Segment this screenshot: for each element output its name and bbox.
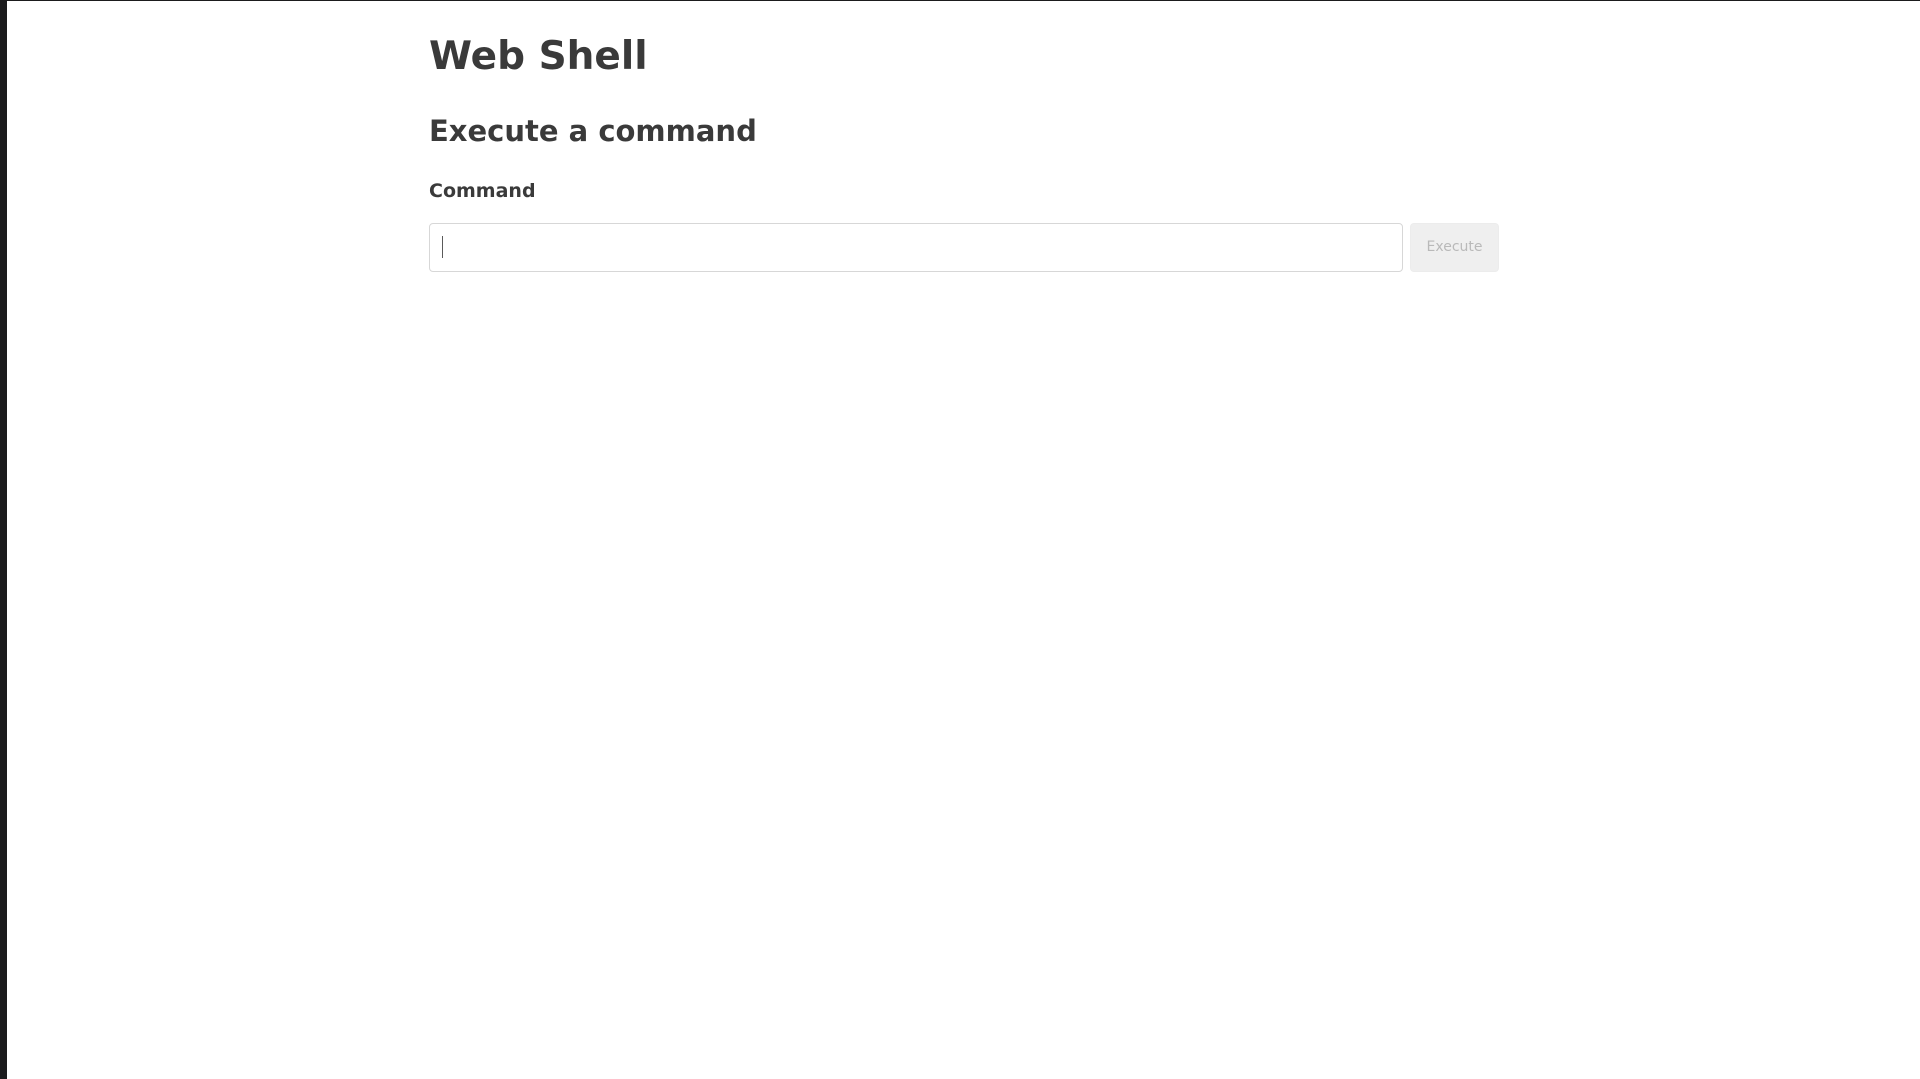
execute-button[interactable]: Execute — [1410, 223, 1499, 272]
command-label: Command — [429, 180, 536, 202]
window-top-edge — [0, 0, 1920, 1]
command-input[interactable] — [429, 223, 1403, 272]
window-left-edge — [0, 0, 7, 1079]
section-title: Execute a command — [429, 114, 757, 148]
page-title: Web Shell — [429, 34, 648, 79]
